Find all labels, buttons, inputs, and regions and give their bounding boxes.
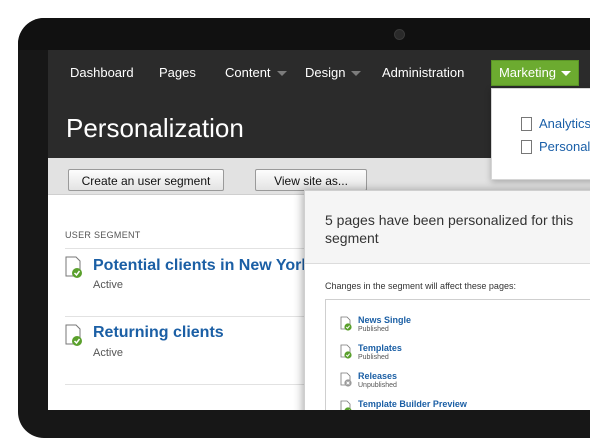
page-unpublished-icon xyxy=(340,372,352,387)
nav-pages[interactable]: Pages xyxy=(159,64,196,82)
segment-title-potential-clients[interactable]: Potential clients in New York xyxy=(93,256,310,276)
chevron-down-icon xyxy=(276,71,287,77)
page-published-icon xyxy=(340,316,352,331)
page-status: Unpublished xyxy=(358,382,397,389)
create-segment-button[interactable]: Create an user segment xyxy=(68,169,224,191)
camera-icon xyxy=(394,29,405,40)
page-link-template-builder-preview[interactable]: Template Builder Preview xyxy=(358,399,467,409)
segment-status: Active xyxy=(93,279,123,291)
marketing-dropdown-menu: Analytics Personal xyxy=(491,88,590,180)
page-link-news-single[interactable]: News Single xyxy=(358,315,411,325)
popup-subtitle: Changes in the segment will affect these… xyxy=(325,281,516,291)
chevron-down-icon xyxy=(351,71,362,77)
menu-item-analytics[interactable]: Analytics xyxy=(539,115,590,133)
nav-marketing-label: Marketing xyxy=(498,65,557,80)
segment-title-returning-clients[interactable]: Returning clients xyxy=(93,323,224,343)
app-screen: Dashboard Pages Content Design Administr… xyxy=(48,50,590,410)
document-icon xyxy=(518,138,532,154)
page-published-icon xyxy=(340,344,352,359)
nav-design-label: Design xyxy=(305,65,346,80)
segment-active-icon xyxy=(65,256,82,278)
divider xyxy=(65,316,305,317)
segment-active-icon xyxy=(65,324,82,346)
chevron-down-icon xyxy=(561,71,572,77)
divider xyxy=(65,384,305,385)
nav-administration[interactable]: Administration xyxy=(382,64,464,82)
nav-design[interactable]: Design xyxy=(305,64,362,82)
popup-title: 5 pages have been personalized for this … xyxy=(325,212,574,246)
page-status: Published xyxy=(358,354,389,361)
device-bezel-top xyxy=(18,18,590,50)
page-title: Personalization xyxy=(66,113,244,143)
page-status: Published xyxy=(358,326,389,333)
menu-item-personalization[interactable]: Personal xyxy=(539,138,590,156)
divider xyxy=(65,248,305,249)
view-site-as-button[interactable]: View site as... xyxy=(255,169,367,191)
nav-content-label: Content xyxy=(225,65,271,80)
segment-status: Active xyxy=(93,347,123,359)
page-link-templates[interactable]: Templates xyxy=(358,343,402,353)
nav-dashboard[interactable]: Dashboard xyxy=(70,64,134,82)
page-link-releases[interactable]: Releases xyxy=(358,371,397,381)
user-segment-header: USER SEGMENT xyxy=(65,230,141,240)
page-published-icon xyxy=(340,400,352,410)
document-icon xyxy=(518,115,532,131)
nav-content[interactable]: Content xyxy=(225,64,287,82)
nav-marketing-button[interactable]: Marketing xyxy=(491,60,579,86)
personalized-pages-popup: 5 pages have been personalized for this … xyxy=(304,190,590,410)
affected-pages-list: News Single Published Templates Publishe… xyxy=(325,299,590,410)
